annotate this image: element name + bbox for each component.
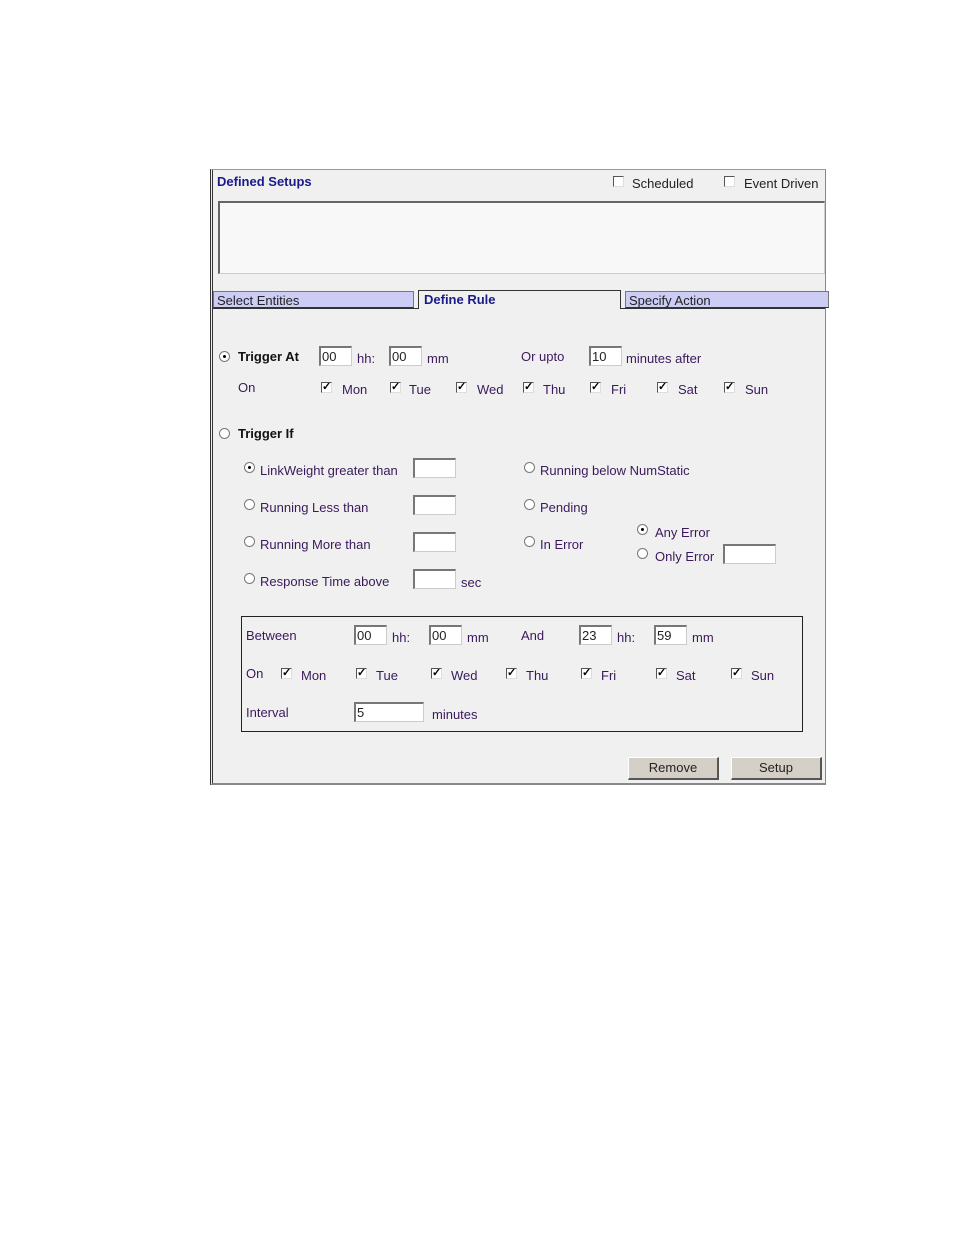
pending-radio[interactable]	[524, 499, 535, 510]
window-fri-label: Fri	[601, 668, 617, 683]
and-mm-label: mm	[692, 630, 714, 645]
setup-button[interactable]: Setup	[731, 757, 822, 780]
trigger-at-on-label: On	[238, 380, 256, 395]
tab-specify-action[interactable]: Specify Action	[625, 291, 829, 308]
trigger-at-fri-label: Fri	[611, 382, 627, 397]
only-error-radio[interactable]	[637, 548, 648, 559]
and-hh-input[interactable]	[579, 625, 612, 645]
defined-setups-title: Defined Setups	[217, 174, 312, 189]
running-more-label: Running More than	[260, 537, 371, 552]
and-hh-label: hh:	[617, 630, 636, 645]
running-less-radio[interactable]	[244, 499, 255, 510]
tab-define-rule[interactable]: Define Rule	[418, 290, 621, 309]
trigger-at-sun-label: Sun	[745, 382, 769, 397]
and-mm-input[interactable]	[654, 625, 687, 645]
hh-label: hh:	[357, 351, 376, 366]
window-sat-label: Sat	[676, 668, 696, 683]
time-window-group: Between hh: mm And hh: mm On ✓ Mon ✓ Tue…	[241, 616, 803, 732]
window-wed-label: Wed	[451, 668, 478, 683]
defined-setups-list[interactable]	[218, 201, 825, 274]
trigger-at-wed-label: Wed	[477, 382, 504, 397]
rule-setup-panel: Defined Setups Scheduled Event Driven Se…	[210, 169, 829, 785]
event-driven-checkbox[interactable]	[724, 176, 735, 187]
linkweight-radio[interactable]	[244, 462, 255, 473]
interval-input[interactable]	[354, 702, 424, 722]
sec-label: sec	[461, 575, 482, 590]
window-tue-checkbox[interactable]: ✓	[356, 668, 367, 679]
trigger-if-label: Trigger If	[238, 426, 294, 441]
between-hh-input[interactable]	[354, 625, 387, 645]
running-more-radio[interactable]	[244, 536, 255, 547]
pending-label: Pending	[540, 500, 588, 515]
trigger-at-sun-checkbox[interactable]: ✓	[724, 382, 735, 393]
between-label: Between	[246, 628, 297, 643]
scheduled-label: Scheduled	[632, 176, 694, 191]
trigger-at-tue-checkbox[interactable]: ✓	[390, 382, 401, 393]
between-mm-input[interactable]	[429, 625, 462, 645]
trigger-at-mm-input[interactable]	[389, 346, 422, 366]
response-time-radio[interactable]	[244, 573, 255, 584]
window-mon-label: Mon	[301, 668, 327, 683]
trigger-at-hh-input[interactable]	[319, 346, 352, 366]
window-fri-checkbox[interactable]: ✓	[581, 668, 592, 679]
trigger-at-sat-checkbox[interactable]: ✓	[657, 382, 668, 393]
trigger-at-sat-label: Sat	[678, 382, 698, 397]
scheduled-checkbox[interactable]	[613, 176, 624, 187]
only-error-input[interactable]	[723, 544, 776, 564]
running-below-numstatic-radio[interactable]	[524, 462, 535, 473]
response-time-label: Response Time above	[260, 574, 390, 589]
event-driven-label: Event Driven	[744, 176, 819, 191]
window-sat-checkbox[interactable]: ✓	[656, 668, 667, 679]
between-mm-label: mm	[467, 630, 489, 645]
minutes-after-label: minutes after	[626, 351, 702, 366]
or-upto-input[interactable]	[589, 346, 622, 366]
window-tue-label: Tue	[376, 668, 398, 683]
in-error-radio[interactable]	[524, 536, 535, 547]
window-on-label: On	[246, 666, 264, 681]
and-label: And	[521, 628, 545, 643]
running-less-label: Running Less than	[260, 500, 369, 515]
window-sun-label: Sun	[751, 668, 775, 683]
trigger-at-mon-checkbox[interactable]: ✓	[321, 382, 332, 393]
trigger-at-fri-checkbox[interactable]: ✓	[590, 382, 601, 393]
trigger-at-label: Trigger At	[238, 349, 299, 364]
interval-unit-label: minutes	[432, 707, 478, 722]
trigger-at-mon-label: Mon	[342, 382, 368, 397]
response-time-input[interactable]	[413, 569, 456, 589]
trigger-at-tue-label: Tue	[409, 382, 431, 397]
linkweight-label: LinkWeight greater than	[260, 463, 398, 478]
between-hh-label: hh:	[392, 630, 411, 645]
in-error-label: In Error	[540, 537, 584, 552]
interval-label: Interval	[246, 705, 289, 720]
trigger-if-radio[interactable]	[219, 428, 230, 439]
running-more-input[interactable]	[413, 532, 456, 552]
or-upto-label: Or upto	[521, 349, 565, 364]
running-less-input[interactable]	[413, 495, 456, 515]
trigger-at-wed-checkbox[interactable]: ✓	[456, 382, 467, 393]
window-wed-checkbox[interactable]: ✓	[431, 668, 442, 679]
window-mon-checkbox[interactable]: ✓	[281, 668, 292, 679]
trigger-at-radio[interactable]	[219, 351, 230, 362]
any-error-label: Any Error	[655, 525, 710, 540]
only-error-label: Only Error	[655, 549, 715, 564]
trigger-at-thu-checkbox[interactable]: ✓	[523, 382, 534, 393]
window-thu-checkbox[interactable]: ✓	[506, 668, 517, 679]
mm-label: mm	[427, 351, 449, 366]
remove-button[interactable]: Remove	[628, 757, 719, 780]
running-below-numstatic-label: Running below NumStatic	[540, 463, 690, 478]
tab-select-entities[interactable]: Select Entities	[213, 291, 414, 308]
trigger-at-thu-label: Thu	[543, 382, 566, 397]
window-thu-label: Thu	[526, 668, 549, 683]
window-sun-checkbox[interactable]: ✓	[731, 668, 742, 679]
linkweight-input[interactable]	[413, 458, 456, 478]
any-error-radio[interactable]	[637, 524, 648, 535]
